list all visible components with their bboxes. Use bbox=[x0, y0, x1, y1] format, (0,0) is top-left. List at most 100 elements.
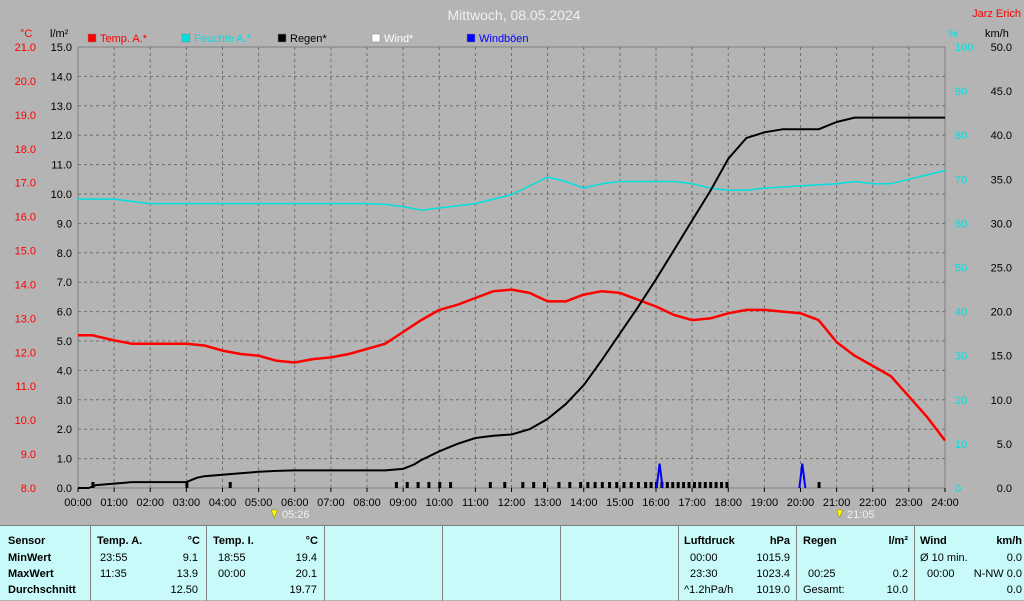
temp-i-min-time: 18:55 bbox=[218, 552, 246, 564]
wind-tick-label: 35.0 bbox=[991, 174, 1012, 186]
rain-event-mark bbox=[671, 482, 675, 488]
humidity-tick-label: 70 bbox=[955, 174, 967, 186]
x-tick-label: 19:00 bbox=[751, 497, 779, 509]
legend-label: Temp. A.* bbox=[100, 33, 148, 45]
rain-event-mark bbox=[629, 482, 633, 488]
humidity-tick-label: 20 bbox=[955, 395, 967, 407]
temp-i-min-value: 19.4 bbox=[295, 552, 317, 564]
wind-avg-label: Ø 10 min. bbox=[920, 552, 968, 564]
rain-max-value: 0.2 bbox=[892, 568, 908, 580]
rain-total-label: Gesamt: bbox=[803, 584, 845, 596]
rain-tick-label: 10.0 bbox=[51, 189, 72, 201]
humidity-tick-label: 0 bbox=[955, 483, 961, 495]
grid-lines bbox=[78, 47, 945, 488]
rain-tick-label: 2.0 bbox=[57, 424, 72, 436]
temp-tick-label: 19.0 bbox=[15, 110, 36, 122]
wind-tick-label: 50.0 bbox=[991, 42, 1012, 54]
legend-label: Feuchte A.* bbox=[194, 33, 252, 45]
pressure-avg-value: 1019.0 bbox=[756, 584, 790, 596]
rain-tick-label: 9.0 bbox=[57, 218, 72, 230]
wind-tick-label: 0.0 bbox=[997, 483, 1012, 495]
stats-panel: Sensor MinWert MaxWert Durchschnitt Temp… bbox=[0, 525, 1024, 601]
x-tick-label: 10:00 bbox=[425, 497, 453, 509]
legend-label: Regen* bbox=[290, 33, 327, 45]
temp-i-unit: °C bbox=[305, 535, 318, 547]
author-label: Jarz Erich bbox=[972, 8, 1021, 20]
rain-tick-label: 7.0 bbox=[57, 277, 72, 289]
wind-tick-label: 45.0 bbox=[991, 86, 1012, 98]
pressure-unit: hPa bbox=[769, 535, 790, 547]
humidity-tick-label: 40 bbox=[955, 307, 967, 319]
rain-event-mark bbox=[703, 482, 707, 488]
rain-event-mark bbox=[416, 482, 420, 488]
x-tick-label: 18:00 bbox=[714, 497, 742, 509]
temp-a-min-time: 23:55 bbox=[100, 552, 128, 564]
x-tick-label: 01:00 bbox=[100, 497, 128, 509]
humidity-tick-label: 80 bbox=[955, 130, 967, 142]
row-label-max: MaxWert bbox=[8, 568, 54, 580]
x-tick-label: 22:00 bbox=[859, 497, 887, 509]
temp-a-avg-value: 12.50 bbox=[170, 584, 198, 596]
rain-total-value: 10.0 bbox=[886, 584, 908, 596]
rain-event-mark bbox=[720, 482, 724, 488]
temp-tick-label: 13.0 bbox=[15, 313, 36, 325]
humidity-tick-label: 100 bbox=[955, 42, 973, 54]
temp-a-header: Temp. A. bbox=[97, 535, 143, 547]
rain-unit-label: l/m² bbox=[50, 28, 69, 40]
x-tick-label: 14:00 bbox=[570, 497, 598, 509]
axes: 21.0 20.0 19.0 18.0 17.0 16.0 15.0 14.0 13.0 12.0… bbox=[15, 42, 1012, 509]
wind-tick-label: 10.0 bbox=[991, 395, 1012, 407]
rain-event-mark bbox=[586, 482, 590, 488]
rain-tick-label: 12.0 bbox=[51, 130, 72, 142]
wind-tick-label: 25.0 bbox=[991, 263, 1012, 275]
rain-tick-label: 8.0 bbox=[57, 248, 72, 260]
temp-i-max-time: 00:00 bbox=[218, 568, 246, 580]
rain-tick-label: 5.0 bbox=[57, 336, 72, 348]
temp-tick-label: 16.0 bbox=[15, 212, 36, 224]
temp-unit-label: °C bbox=[20, 28, 32, 40]
humidity-tick-label: 90 bbox=[955, 86, 967, 98]
chart-legend: Temp. A.* Feuchte A.* Regen* Wind* Windböen bbox=[87, 33, 529, 45]
rain-event-mark bbox=[405, 482, 409, 488]
rain-event-mark bbox=[698, 482, 702, 488]
rain-event-mark bbox=[600, 482, 604, 488]
x-tick-label: 09:00 bbox=[389, 497, 417, 509]
temp-i-header: Temp. I. bbox=[213, 535, 254, 547]
rain-event-mark bbox=[543, 482, 547, 488]
pressure-min-time: 00:00 bbox=[690, 552, 718, 564]
rain-event-mark bbox=[503, 482, 507, 488]
pressure-max-value: 1023.4 bbox=[756, 568, 790, 580]
legend-label: Wind* bbox=[384, 33, 414, 45]
temp-tick-label: 21.0 bbox=[15, 42, 36, 54]
wind-tick-label: 15.0 bbox=[991, 351, 1012, 363]
x-tick-label: 11:00 bbox=[462, 497, 489, 509]
rain-event-mark bbox=[714, 482, 718, 488]
temp-a-min-value: 9.1 bbox=[182, 552, 198, 564]
rain-event-mark bbox=[608, 482, 612, 488]
gust-point bbox=[655, 463, 664, 489]
rain-event-mark bbox=[676, 482, 680, 488]
x-tick-label: 05:00 bbox=[245, 497, 273, 509]
x-tick-label: 15:00 bbox=[606, 497, 634, 509]
wind-tick-label: 30.0 bbox=[991, 218, 1012, 230]
sunset-icon bbox=[836, 509, 843, 519]
temp-tick-label: 20.0 bbox=[15, 76, 36, 88]
x-tick-label: 02:00 bbox=[136, 497, 164, 509]
x-tick-label: 23:00 bbox=[895, 497, 923, 509]
x-tick-label: 03:00 bbox=[173, 497, 201, 509]
humidity-tick-label: 10 bbox=[955, 439, 967, 451]
temp-tick-label: 10.0 bbox=[15, 415, 36, 427]
legend-swatch bbox=[181, 33, 191, 43]
rain-event-mark bbox=[557, 482, 561, 488]
rain-event-mark bbox=[488, 482, 492, 488]
x-tick-label: 24:00 bbox=[931, 497, 959, 509]
wind-unit-label: km/h bbox=[985, 28, 1009, 40]
legend-swatch bbox=[371, 33, 381, 43]
rain-event-mark bbox=[644, 482, 648, 488]
rain-tick-label: 13.0 bbox=[51, 101, 72, 113]
sunset-label: 21:05 bbox=[847, 509, 875, 521]
rain-unit: l/m² bbox=[888, 535, 908, 547]
rain-event-mark bbox=[615, 482, 619, 488]
wind-tick-label: 5.0 bbox=[997, 439, 1012, 451]
rain-event-mark bbox=[568, 482, 572, 488]
